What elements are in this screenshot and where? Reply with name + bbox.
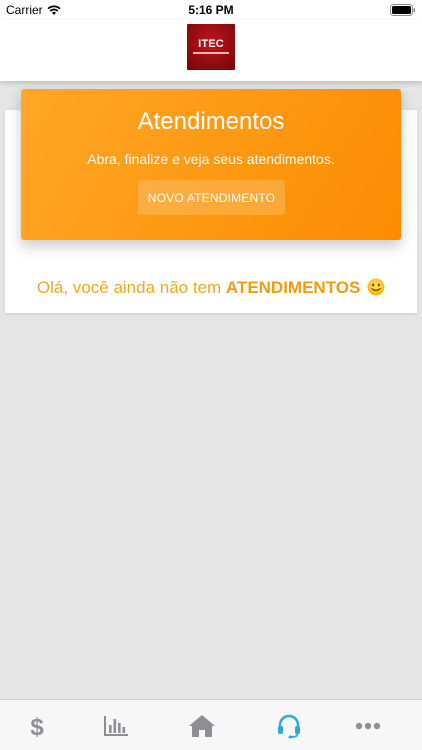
- tab-reports[interactable]: [101, 712, 131, 740]
- empty-state-prefix: Olá, você ainda não tem: [36, 278, 226, 297]
- home-icon: [189, 715, 215, 737]
- battery-icon: [390, 4, 416, 19]
- chart-icon: [104, 716, 128, 736]
- atendimentos-banner: Atendimentos Abra, finalize e veja seus …: [21, 89, 401, 240]
- more-icon: [355, 722, 381, 730]
- smiley-icon: [367, 278, 385, 296]
- tab-support[interactable]: [274, 712, 304, 740]
- headset-icon: [278, 714, 300, 739]
- status-time: 5:16 PM: [188, 3, 234, 17]
- itec-logo: ITEC: [187, 24, 235, 70]
- status-bar: Carrier 5:16 PM: [0, 0, 422, 20]
- svg-text:$: $: [30, 714, 44, 739]
- app-header: ITEC: [0, 20, 422, 81]
- empty-state-message: Olá, você ainda não tem ATENDIMENTOS: [5, 278, 417, 298]
- banner-subtitle: Abra, finalize e veja seus atendimentos.: [87, 151, 335, 167]
- tab-finance[interactable]: $: [22, 712, 52, 740]
- banner-title: Atendimentos: [137, 108, 285, 135]
- logo-underline: [193, 52, 229, 54]
- new-atendimento-button[interactable]: NOVO ATENDIMENTO: [138, 180, 285, 215]
- tab-home[interactable]: [187, 712, 217, 740]
- empty-state-highlight: ATENDIMENTOS: [225, 278, 361, 297]
- dollar-icon: $: [30, 714, 44, 739]
- tab-more[interactable]: [353, 712, 383, 740]
- tab-bar: $: [0, 699, 422, 750]
- logo-text: ITEC: [198, 38, 224, 50]
